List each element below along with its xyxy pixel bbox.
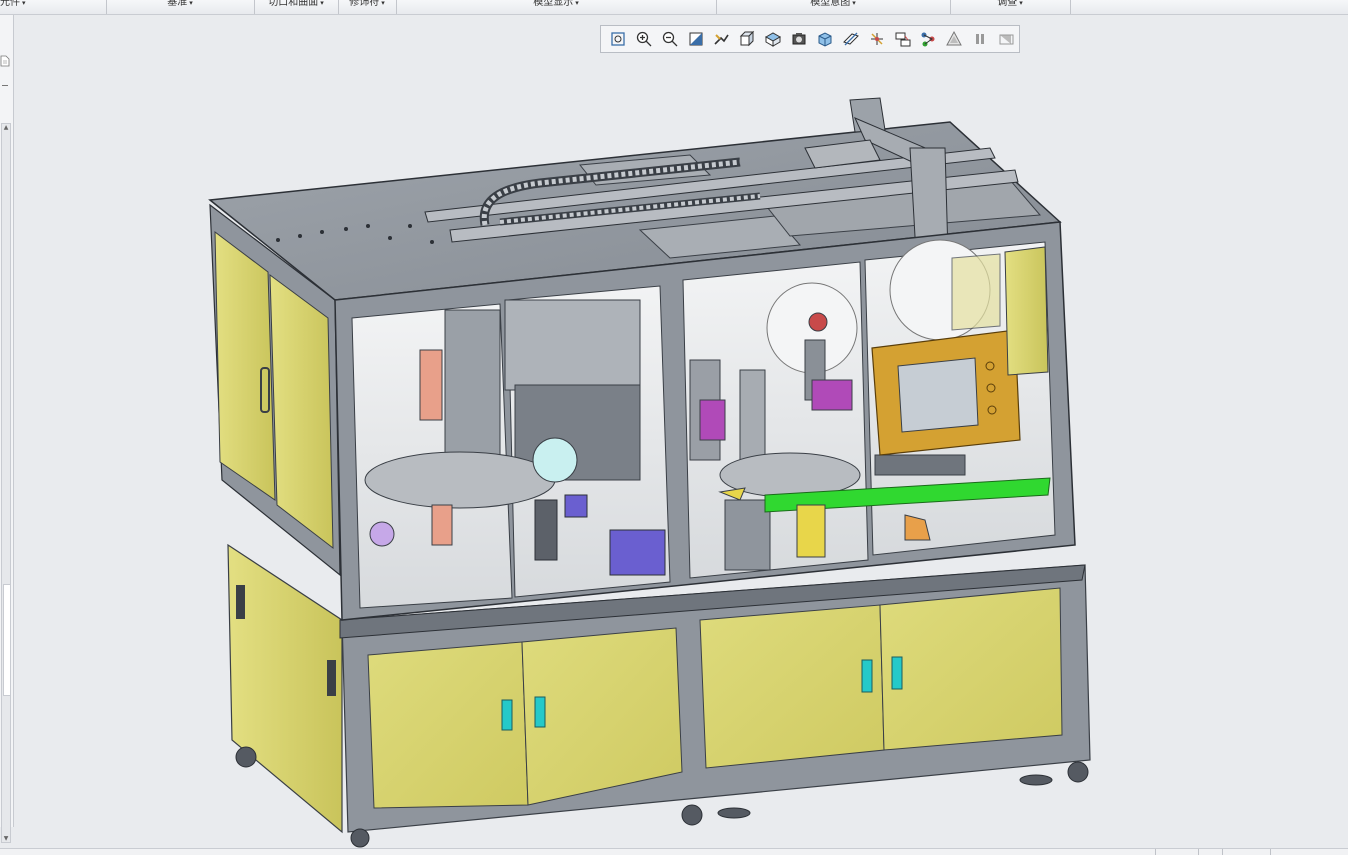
chevron-down-icon: ▾ — [22, 0, 26, 7]
scroll-down-icon[interactable]: ▼ — [2, 835, 10, 842]
model-tree-scrollbar[interactable]: ▲ ▼ — [1, 123, 11, 843]
feeder-column — [444, 309, 501, 461]
hmi-touch-panel — [871, 329, 1021, 456]
saved-orientations-icon — [740, 30, 755, 47]
spin-center-button[interactable] — [864, 27, 890, 51]
ribbon-group-label: 切口和曲面 — [268, 0, 319, 8]
explode-view-button[interactable] — [916, 27, 942, 51]
rotary-table — [364, 451, 556, 509]
ribbon-group-model-intent[interactable]: 模型意图 ▾ — [716, 0, 951, 14]
reel-hub — [808, 312, 828, 332]
side-glass — [951, 253, 1001, 331]
model-tree-panel: ▲ ▼ — [0, 15, 14, 843]
chevron-down-icon: ▾ — [320, 0, 324, 7]
ribbon-group-label: 模型显示 — [533, 0, 574, 8]
door-handle — [861, 659, 873, 693]
pan-icon — [714, 34, 730, 45]
ribbon-group-label: 模型意图 — [810, 0, 851, 8]
document-icon[interactable] — [0, 55, 10, 67]
zoom-in-button[interactable] — [631, 27, 657, 51]
ribbon-group-label: 基准 — [167, 0, 188, 8]
motor — [369, 521, 395, 547]
reject-bin — [564, 494, 588, 518]
scrollbar-thumb[interactable] — [3, 584, 11, 696]
cylinder — [699, 399, 726, 441]
vent-grille — [327, 660, 336, 696]
zoom-out-button[interactable] — [657, 27, 683, 51]
perspective-view-icon — [792, 33, 806, 45]
ribbon-group-label: 元件 — [0, 0, 20, 8]
refit-button[interactable] — [605, 27, 631, 51]
repaint-button[interactable] — [683, 27, 709, 51]
next-button[interactable] — [993, 27, 1019, 51]
vertical-actuator — [419, 349, 443, 421]
saved-orientations-button[interactable] — [734, 27, 760, 51]
appearance-button[interactable] — [941, 27, 967, 51]
cabinet-side-panel — [227, 543, 343, 834]
pause-icon — [976, 34, 985, 44]
annotation-display-icon — [895, 32, 911, 47]
status-separator — [1222, 849, 1223, 855]
door-handle — [534, 696, 546, 728]
zoom-in-icon — [636, 31, 652, 47]
cabinet-door — [879, 587, 1063, 751]
cabinet-door — [699, 604, 885, 769]
chute — [534, 499, 558, 561]
repaint-icon — [689, 32, 703, 46]
side-door-panel — [1004, 246, 1049, 376]
chevron-down-icon: ▾ — [852, 0, 856, 7]
cylinder — [811, 379, 853, 411]
reject-bin — [609, 529, 666, 576]
status-separator — [1198, 849, 1199, 855]
side-door-panel — [269, 273, 334, 550]
perspective-view-button[interactable] — [786, 27, 812, 51]
refit-icon — [611, 32, 625, 46]
machine-assembly-model — [208, 97, 1091, 848]
ribbon-group-components[interactable]: 元件 ▾ — [0, 0, 107, 14]
hopper-cover — [504, 299, 641, 391]
ribbon-group-datum[interactable]: 基准 ▾ — [106, 0, 255, 14]
side-door-panel — [214, 230, 276, 501]
ribbon-group-modifiers[interactable]: 修饰符 ▾ — [338, 0, 397, 14]
display-style-button[interactable] — [812, 27, 838, 51]
scroll-up-icon[interactable]: ▲ — [2, 124, 10, 131]
base-block — [724, 499, 771, 571]
chevron-down-icon: ▾ — [189, 0, 193, 7]
ribbon-group-label: 修饰符 — [349, 0, 380, 8]
status-separator — [1270, 849, 1271, 855]
pan-button[interactable] — [709, 27, 735, 51]
in-graphics-toolbar — [600, 25, 1020, 53]
explode-view-icon — [921, 32, 935, 47]
status-separator — [1155, 849, 1156, 855]
ribbon-group-label: 调查 — [997, 0, 1018, 8]
display-style-icon — [818, 32, 832, 47]
chevron-down-icon: ▾ — [575, 0, 579, 7]
ribbon-group-bar: 元件 ▾ 基准 ▾ 切口和曲面 ▾ 修饰符 ▾ 模型显示 ▾ 模型意图 ▾ 调查 ▾ — [0, 0, 1348, 15]
door-handle — [501, 699, 513, 731]
view-manager-button[interactable] — [760, 27, 786, 51]
zoom-out-icon — [662, 31, 678, 47]
door-handle — [891, 656, 903, 690]
bracket — [431, 504, 453, 546]
ribbon-group-model-display[interactable]: 模型显示 ▾ — [396, 0, 717, 14]
pause-button[interactable] — [967, 27, 993, 51]
annotation-display-button[interactable] — [890, 27, 916, 51]
appearance-icon — [946, 30, 963, 46]
chevron-down-icon: ▾ — [381, 0, 385, 7]
graphics-viewport[interactable] — [14, 15, 1348, 848]
collapse-icon[interactable] — [2, 85, 8, 86]
datum-display-icon — [842, 32, 859, 46]
next-icon — [999, 34, 1014, 45]
ribbon-group-investigate[interactable]: 调查 ▾ — [950, 0, 1071, 14]
vent-grille — [236, 585, 245, 619]
datum-display-button[interactable] — [838, 27, 864, 51]
view-manager-icon — [765, 32, 782, 47]
chevron-down-icon: ▾ — [1019, 0, 1023, 7]
conveyor — [874, 454, 966, 476]
yellow-slide — [796, 504, 826, 558]
ribbon-group-cuts-surfaces[interactable]: 切口和曲面 ▾ — [254, 0, 339, 14]
bowl-feeder — [532, 437, 578, 483]
spin-center-icon — [870, 33, 883, 45]
